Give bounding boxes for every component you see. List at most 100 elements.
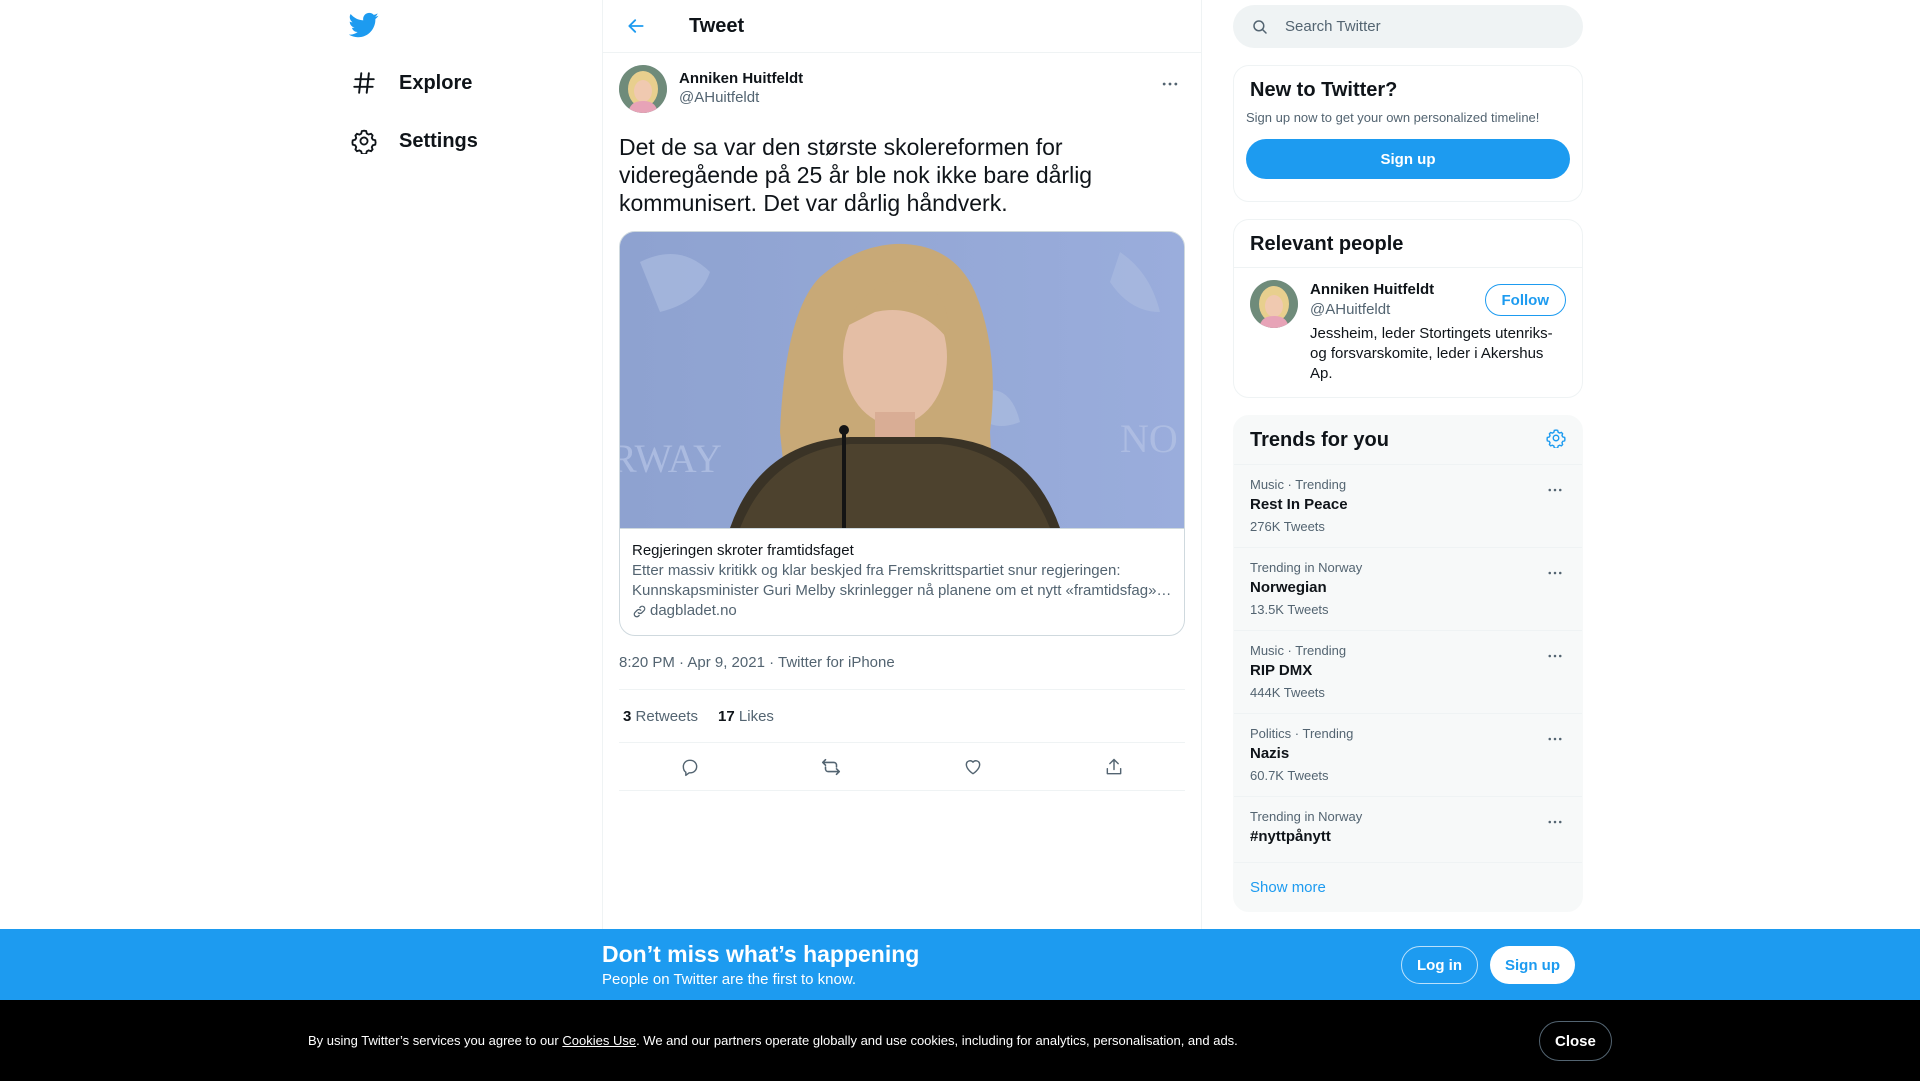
page: Explore Settings Tweet Anniken Huitfeldt… [0, 0, 1920, 1081]
trend-count: 276K Tweets [1250, 519, 1325, 534]
author-names: Anniken Huitfeldt @AHuitfeldt [679, 65, 803, 108]
tweet-stats: 3 Retweets 17 Likes [619, 690, 1185, 743]
avatar[interactable] [1250, 280, 1298, 328]
trend-context: Trending in Norway [1250, 809, 1363, 824]
log-in-button[interactable]: Log in [1401, 946, 1478, 984]
share-icon [1106, 758, 1122, 774]
author-handle[interactable]: @AHuitfeldt [679, 88, 803, 108]
trend-more-button[interactable] [1542, 477, 1568, 503]
more-dots-icon [1548, 737, 1562, 741]
sign-up-button[interactable]: Sign up [1246, 139, 1570, 179]
retweets-stat[interactable]: 3 Retweets [623, 708, 698, 725]
banner-subtitle: People on Twitter are the first to know. [602, 971, 857, 988]
search-box[interactable] [1233, 5, 1583, 48]
signup-banner: Don’t miss what’s happening People on Tw… [0, 929, 1920, 1000]
likes-stat[interactable]: 17 Likes [718, 708, 774, 725]
panel-title: New to Twitter? [1250, 79, 1398, 101]
heart-icon [965, 759, 981, 774]
search-input[interactable] [1285, 18, 1555, 35]
tweet-text: Det de sa var den største skolereformen … [619, 134, 1093, 216]
nav-item-settings[interactable]: Settings [349, 116, 498, 166]
panel-subtitle: Sign up now to get your own personalized… [1246, 110, 1540, 125]
show-more-link[interactable]: Show more [1234, 863, 1582, 912]
retweets-count: 3 [623, 707, 632, 725]
card-domain-text: dagbladet.no [650, 602, 737, 619]
retweet-icon [822, 758, 841, 775]
likes-label: Likes [738, 707, 774, 725]
relevant-person[interactable]: Anniken Huitfeldt @AHuitfeldt Jessheim, … [1234, 268, 1582, 396]
trend-name: #nyttpånytt [1250, 828, 1331, 845]
card-body: Regjeringen skroter framtidsfaget Etter … [620, 528, 1184, 635]
page-header: Tweet [603, 0, 1201, 53]
trends-header: Trends for you [1234, 416, 1582, 465]
trend-more-button[interactable] [1542, 726, 1568, 752]
banner-sign-up-button[interactable]: Sign up [1490, 946, 1575, 984]
more-dots-icon [1548, 820, 1562, 824]
hashtag-icon [349, 68, 379, 98]
nav-item-explore[interactable]: Explore [349, 58, 492, 108]
trend-count: 60.7K Tweets [1250, 768, 1329, 783]
trend-more-button[interactable] [1542, 560, 1568, 586]
more-dots-icon [1548, 488, 1562, 492]
cookie-close-button[interactable]: Close [1539, 1021, 1612, 1061]
trend-count: 13.5K Tweets [1250, 602, 1329, 617]
cookie-text-before: By using Twitter’s services you agree to… [308, 1033, 563, 1048]
trend-name: Rest In Peace [1250, 496, 1348, 513]
new-to-twitter-panel: New to Twitter? Sign up now to get your … [1233, 65, 1583, 202]
likes-count: 17 [718, 707, 735, 725]
gear-icon [349, 126, 379, 156]
cookie-text-after: . We and our partners operate globally a… [636, 1033, 1238, 1048]
trend-name: RIP DMX [1250, 662, 1313, 679]
reply-button[interactable] [673, 750, 707, 784]
trend-item[interactable]: Politics · Trending Nazis 60.7K Tweets [1234, 714, 1582, 797]
tweet: Anniken Huitfeldt @AHuitfeldt Det de sa … [603, 53, 1201, 791]
more-dots-icon [1548, 571, 1562, 575]
page-title: Tweet [689, 14, 745, 37]
nav-item-label: Settings [399, 129, 478, 152]
tweet-author: Anniken Huitfeldt @AHuitfeldt [619, 65, 1185, 117]
card-image: NO RWAY [620, 232, 1184, 528]
author-name[interactable]: Anniken Huitfeldt [679, 69, 803, 88]
twitter-bird-icon[interactable] [348, 10, 381, 42]
trend-context: Trending in Norway [1250, 560, 1363, 575]
trend-context: Music · Trending [1250, 477, 1347, 492]
share-button[interactable] [1097, 750, 1131, 784]
relevant-people-panel: Relevant people Anniken Huitfeldt @AHuit… [1233, 219, 1583, 398]
trend-name: Norwegian [1250, 579, 1327, 596]
trend-more-button[interactable] [1542, 643, 1568, 669]
trend-context: Music · Trending [1250, 643, 1347, 658]
follow-button[interactable]: Follow [1484, 284, 1566, 316]
gear-icon[interactable] [1546, 428, 1566, 453]
card-domain: dagbladet.no [632, 601, 1172, 621]
trend-item[interactable]: Trending in Norway Norwegian 13.5K Tweet… [1234, 548, 1582, 631]
panel-title: Relevant people [1234, 220, 1582, 268]
back-button[interactable] [619, 9, 653, 43]
banner-title: Don’t miss what’s happening [602, 941, 920, 967]
trend-context: Politics · Trending [1250, 726, 1354, 741]
card-description: Etter massiv kritikk og klar beskjed fra… [632, 562, 1164, 599]
nav-item-label: Explore [399, 71, 473, 94]
trend-item[interactable]: Trending in Norway #nyttpånytt [1234, 797, 1582, 863]
search-icon [1253, 19, 1267, 34]
retweet-button[interactable] [814, 750, 848, 784]
link-card[interactable]: NO RWAY Regjeringen skroter framtidsfage… [619, 231, 1185, 636]
card-title: Regjeringen skroter framtidsfaget [632, 542, 854, 559]
link-icon [632, 604, 647, 619]
trends-panel: Trends for you Music · Trending Rest In … [1233, 415, 1583, 912]
retweets-label: Retweets [635, 707, 699, 725]
trend-item[interactable]: Music · Trending RIP DMX 444K Tweets [1234, 631, 1582, 714]
reply-icon [682, 759, 698, 776]
cookie-banner: By using Twitter’s services you agree to… [0, 1000, 1920, 1081]
svg-text:RWAY: RWAY [620, 436, 722, 481]
trend-item[interactable]: Music · Trending Rest In Peace 276K Twee… [1234, 465, 1582, 548]
arrow-left-icon [628, 19, 644, 33]
trend-more-button[interactable] [1542, 809, 1568, 835]
tweet-more-button[interactable] [1155, 69, 1185, 99]
avatar[interactable] [619, 65, 667, 113]
like-button[interactable] [956, 750, 990, 784]
trend-count: 444K Tweets [1250, 685, 1325, 700]
cookies-use-link[interactable]: Cookies Use [562, 1033, 636, 1048]
relevant-person-bio: Jessheim, leder Stortingets utenriks- og… [1310, 325, 1553, 382]
svg-text:NO: NO [1120, 416, 1178, 461]
trend-name: Nazis [1250, 745, 1290, 762]
